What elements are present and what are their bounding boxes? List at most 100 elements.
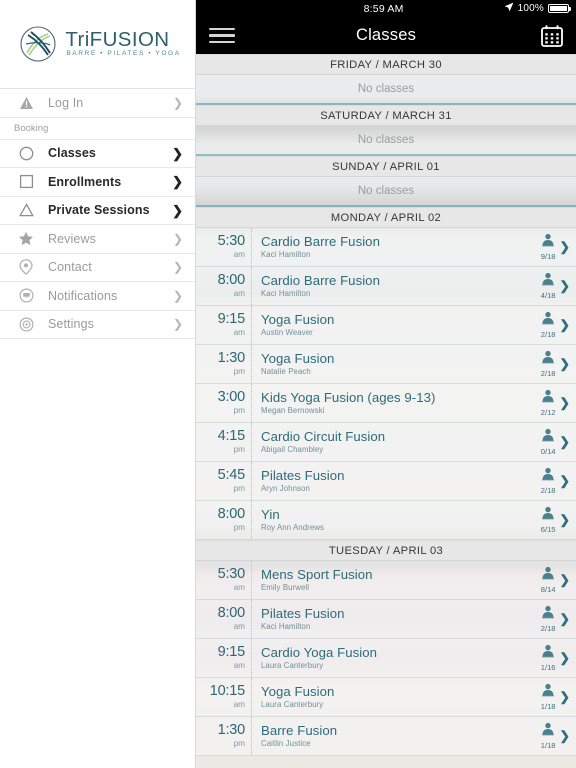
class-ampm: am <box>233 288 245 298</box>
class-row[interactable]: 4:15 pm Cardio Circuit Fusion Abigail Chamb… <box>196 423 576 462</box>
class-title: Barre Fusion <box>261 722 338 738</box>
class-meta: 6/15 ❯ <box>524 501 576 539</box>
day-header: TUESDAY / APRIL 03 <box>196 540 576 561</box>
map-pin-icon <box>14 259 38 276</box>
class-row[interactable]: 9:15 am Yoga Fusion Austin Weaver 2/18 ❯ <box>196 306 576 345</box>
class-instructor: Kaci Hamilton <box>261 289 311 299</box>
class-instructor: Austin Weaver <box>261 328 313 338</box>
class-row[interactable]: 5:30 am Cardio Barre Fusion Kaci Hamilton 9/… <box>196 228 576 267</box>
sidebar-item-login[interactable]: Log In ❯ <box>0 89 195 118</box>
sidebar-item-enrollments[interactable]: Enrollments ❯ <box>0 168 195 197</box>
class-title: Kids Yoga Fusion (ages 9-13) <box>261 389 436 405</box>
person-icon <box>541 605 555 624</box>
class-title: Cardio Yoga Fusion <box>261 644 378 660</box>
class-ampm: am <box>233 621 245 631</box>
class-hour: 9:15 <box>217 644 246 661</box>
class-instructor: Roy Ann Andrews <box>261 523 325 533</box>
person-icon <box>541 506 555 525</box>
chevron-right-icon[interactable]: ❯ <box>560 574 570 587</box>
class-schedule-list[interactable]: FRIDAY / MARCH 30 No classes SATURDAY / MA… <box>196 54 576 768</box>
class-title: Yoga Fusion <box>261 350 335 366</box>
class-time: 8:00 am <box>196 267 252 305</box>
class-meta: 4/18 ❯ <box>524 267 576 305</box>
class-instructor: Caitlin Justice <box>261 739 311 749</box>
class-row[interactable]: 5:30 am Mens Sport Fusion Emily Burwell 8/14… <box>196 561 576 600</box>
class-ampm: am <box>233 699 245 709</box>
class-hour: 5:30 <box>217 566 246 583</box>
star-icon <box>14 231 38 246</box>
class-time: 5:45 pm <box>196 462 252 500</box>
chevron-right-icon[interactable]: ❯ <box>560 319 570 332</box>
brand-tagline: BARRE • PILATES • YOGA <box>66 50 181 58</box>
chevron-right-icon[interactable]: ❯ <box>560 241 570 254</box>
sidebar-item-notifications[interactable]: Notifications ❯ <box>0 282 195 311</box>
warning-triangle-icon <box>14 96 38 110</box>
class-row[interactable]: 1:30 pm Yoga Fusion Natalie Peach 2/18 ❯ <box>196 345 576 384</box>
class-hour: 8:00 <box>217 272 246 289</box>
class-info: Cardio Barre Fusion Kaci Hamilton <box>252 267 524 305</box>
chevron-right-icon[interactable]: ❯ <box>560 358 570 371</box>
class-title: Yoga Fusion <box>261 683 335 699</box>
class-row[interactable]: 10:15 am Yoga Fusion Laura Canterbury 1/18 ❯ <box>196 678 576 717</box>
sidebar-item-label: Settings <box>48 317 94 332</box>
calendar-icon[interactable] <box>539 23 565 49</box>
class-hour: 8:00 <box>217 506 246 523</box>
chevron-right-icon[interactable]: ❯ <box>560 397 570 410</box>
sidebar-item-label: Log In <box>48 95 84 110</box>
class-info: Pilates Fusion Kaci Hamilton <box>252 600 524 638</box>
class-time: 4:15 pm <box>196 423 252 461</box>
class-time: 9:15 am <box>196 639 252 677</box>
class-row[interactable]: 5:45 pm Pilates Fusion Aryn Johnson 2/18 ❯ <box>196 462 576 501</box>
class-capacity: 6/15 <box>541 506 556 534</box>
chevron-right-icon[interactable]: ❯ <box>560 730 570 743</box>
sidebar-item-contact[interactable]: Contact ❯ <box>0 253 195 282</box>
class-time: 3:00 pm <box>196 384 252 422</box>
class-info: Pilates Fusion Aryn Johnson <box>252 462 524 500</box>
class-capacity: 2/12 <box>541 389 556 417</box>
class-ampm: pm <box>233 483 245 493</box>
chevron-right-icon[interactable]: ❯ <box>560 436 570 449</box>
class-instructor: Megan Bernowski <box>261 406 325 416</box>
no-classes-row: No classes <box>196 177 576 207</box>
class-row[interactable]: 8:00 am Cardio Barre Fusion Kaci Hamilton 4/… <box>196 267 576 306</box>
sidebar-item-classes[interactable]: Classes ❯ <box>0 139 195 168</box>
class-hour: 1:30 <box>217 350 246 367</box>
person-icon <box>541 233 555 252</box>
no-classes-row: No classes <box>196 75 576 105</box>
chevron-right-icon[interactable]: ❯ <box>560 514 570 527</box>
chevron-right-icon[interactable]: ❯ <box>560 691 570 704</box>
class-ampm: pm <box>233 366 245 376</box>
class-row[interactable]: 3:00 pm Kids Yoga Fusion (ages 9-13) Megan … <box>196 384 576 423</box>
class-row[interactable]: 8:00 pm Yin Roy Ann Andrews 6/15 ❯ <box>196 501 576 540</box>
class-time: 8:00 am <box>196 600 252 638</box>
battery-percent-label: 100% <box>517 3 544 14</box>
sidebar-item-reviews[interactable]: Reviews ❯ <box>0 225 195 254</box>
brand-logo: TriFUSION BARRE • PILATES • YOGA <box>0 0 195 88</box>
class-row[interactable]: 8:00 am Pilates Fusion Kaci Hamilton 2/18 ❯ <box>196 600 576 639</box>
class-meta: 2/18 ❯ <box>524 600 576 638</box>
class-info: Yoga Fusion Austin Weaver <box>252 306 524 344</box>
sidebar-filler <box>0 339 195 768</box>
sidebar-item-settings[interactable]: Settings ❯ <box>0 310 195 339</box>
app-root: TriFUSION BARRE • PILATES • YOGA Log In … <box>0 0 576 768</box>
location-arrow-icon <box>504 2 514 15</box>
class-info: Barre Fusion Caitlin Justice <box>252 717 524 755</box>
class-time: 10:15 am <box>196 678 252 716</box>
class-capacity: 1/18 <box>541 722 556 750</box>
class-title: Cardio Barre Fusion <box>261 272 380 288</box>
class-title: Mens Sport Fusion <box>261 566 373 582</box>
class-info: Mens Sport Fusion Emily Burwell <box>252 561 524 599</box>
nav-bar: Classes <box>196 17 576 54</box>
chevron-right-icon[interactable]: ❯ <box>560 652 570 665</box>
chevron-right-icon[interactable]: ❯ <box>560 475 570 488</box>
day-header: SATURDAY / MARCH 31 <box>196 105 576 126</box>
class-capacity: 9/18 <box>541 233 556 261</box>
class-capacity: 2/18 <box>541 467 556 495</box>
class-title: Yin <box>261 506 280 522</box>
class-instructor: Emily Burwell <box>261 583 310 593</box>
chevron-right-icon[interactable]: ❯ <box>560 613 570 626</box>
class-row[interactable]: 1:30 pm Barre Fusion Caitlin Justice 1/18 ❯ <box>196 717 576 756</box>
chevron-right-icon[interactable]: ❯ <box>560 280 570 293</box>
sidebar-item-private-sessions[interactable]: Private Sessions ❯ <box>0 196 195 225</box>
class-row[interactable]: 9:15 am Cardio Yoga Fusion Laura Canterbury… <box>196 639 576 678</box>
